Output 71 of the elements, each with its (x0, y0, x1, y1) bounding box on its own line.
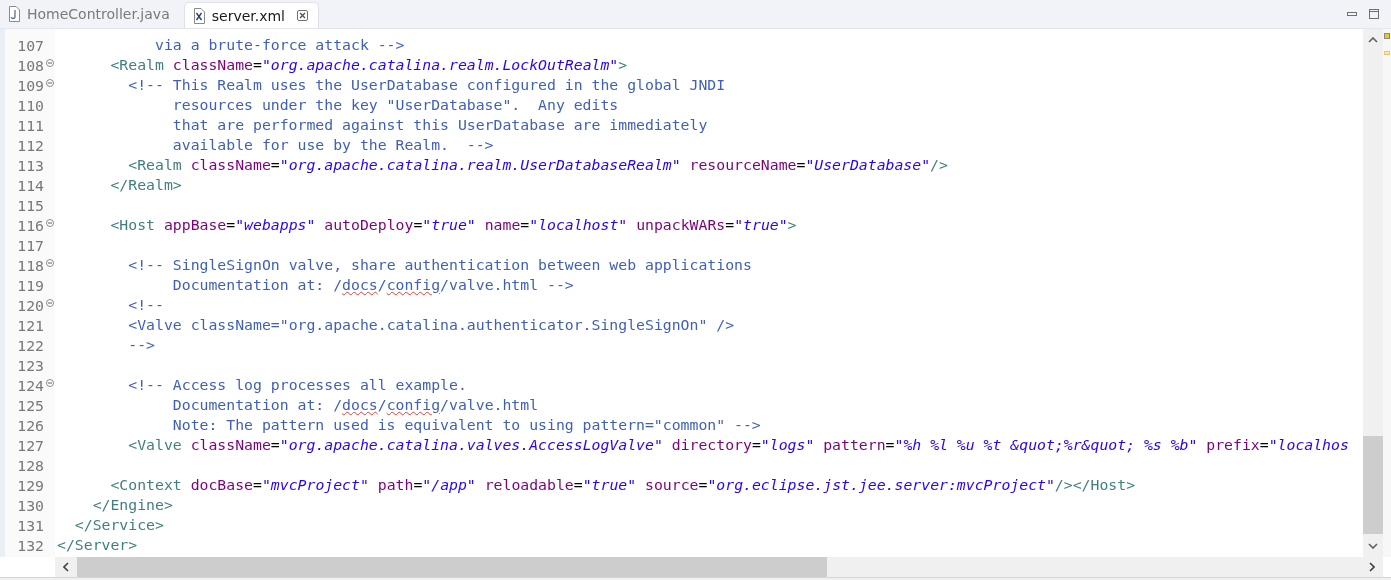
code-line: Note: The pattern used is equivalent to using pattern="common" --> (172, 416, 761, 433)
editor-tab[interactable]: HomeController.java (0, 0, 184, 28)
line-number: 125 (16, 396, 44, 414)
line-number: 129 (16, 476, 44, 494)
code-line: </Engine> (92, 496, 173, 513)
line-number: 114 (16, 176, 44, 194)
collapse-icon[interactable] (45, 59, 54, 67)
line-number: 119 (16, 276, 44, 294)
xml-file-icon (192, 7, 206, 24)
line-number: 121 (16, 316, 44, 334)
warning-marker[interactable] (1384, 33, 1390, 39)
line-number: 124 (16, 376, 44, 394)
code-line: <Valve className="org.apache.catalina.authenticator.SingleSignOn" /> (128, 316, 735, 333)
line-number: 117 (16, 236, 44, 254)
collapse-icon[interactable] (45, 299, 54, 307)
editor-tab[interactable]: server.xml (183, 2, 319, 28)
code-line: <!-- (128, 296, 164, 313)
scroll-right-icon[interactable] (1369, 562, 1375, 572)
horizontal-scrollbar[interactable] (55, 557, 1383, 577)
line-number: 131 (16, 516, 44, 534)
code-line: <!-- Access log processes all example. (128, 376, 467, 393)
code-line: <Host appBase="webapps" autoDeploy="true" name="localhost" unpackWARs="true"> (110, 216, 797, 233)
code-line: </Realm> (110, 176, 182, 193)
code-line: Documentation at: /docs/config/valve.html (172, 396, 539, 413)
line-number: 116 (16, 216, 44, 234)
collapse-icon[interactable] (45, 79, 54, 87)
code-line: <Valve className="org.apache.catalina.valves.AccessLogValve" directory="logs" pattern="%h %l %u %t &quot;%r&quot; %s %b" prefix="localhos (128, 436, 1349, 453)
scroll-up-icon[interactable] (1368, 37, 1378, 43)
line-number: 112 (16, 136, 44, 154)
line-number: 115 (16, 196, 44, 214)
line-number: 126 (16, 416, 44, 434)
collapse-icon[interactable] (45, 219, 54, 227)
code-line: --> (128, 336, 155, 353)
line-number: 130 (16, 496, 44, 514)
close-icon[interactable] (297, 10, 308, 21)
annotation-marker[interactable] (1384, 51, 1390, 55)
code-line: <Realm className="org.apache.catalina.realm.UserDatabaseRealm" resourceName="UserDatabase"/> (128, 156, 948, 173)
minimize-icon[interactable] (1347, 12, 1357, 16)
maximize-icon[interactable] (1369, 9, 1379, 19)
code-line: </Server> (57, 536, 138, 553)
line-number: 110 (16, 96, 44, 114)
collapse-icon[interactable] (45, 259, 54, 267)
scrollbar-thumb[interactable] (77, 557, 827, 577)
code-line: <!-- SingleSignOn valve, share authentication between web applications (128, 256, 752, 273)
code-line: that are performed against this UserDatabase are immediately (172, 116, 708, 133)
code-line: <Context docBase="mvcProject" path="/app" reloadable="true" source="org.eclipse.jst.jee.server:mvcProject"/></Host> (110, 476, 1136, 493)
code-line: <Realm className="org.apache.catalina.realm.LockOutRealm"> (110, 56, 628, 73)
line-number: 118 (16, 256, 44, 274)
line-number: 111 (16, 116, 44, 134)
code-line: resources under the key "UserDatabase". Any edits (172, 96, 619, 113)
code-line: via a brute-force attack --> (155, 36, 405, 53)
line-number: 109 (16, 76, 44, 94)
line-number: 132 (16, 536, 44, 554)
scroll-down-icon[interactable] (1368, 543, 1378, 549)
scroll-left-icon[interactable] (63, 562, 69, 572)
java-file-icon (8, 6, 21, 22)
collapse-icon[interactable] (45, 379, 54, 387)
line-number: 128 (16, 456, 44, 474)
line-number: 108 (16, 56, 44, 74)
line-number: 113 (16, 156, 44, 174)
line-number: 127 (16, 436, 44, 454)
line-number: 120 (16, 296, 44, 314)
code-line: available for use by the Realm. --> (172, 136, 494, 153)
line-number: 123 (16, 356, 44, 374)
code-line: Documentation at: /docs/config/valve.html --> (172, 276, 574, 293)
scrollbar-thumb[interactable] (1363, 436, 1383, 534)
line-number: 107 (16, 36, 44, 54)
line-number: 122 (16, 336, 44, 354)
code-line: <!-- This Realm uses the UserDatabase configured in the global JNDI (128, 76, 726, 93)
code-line: </Service> (74, 516, 164, 533)
vertical-scrollbar[interactable] (1363, 29, 1383, 557)
